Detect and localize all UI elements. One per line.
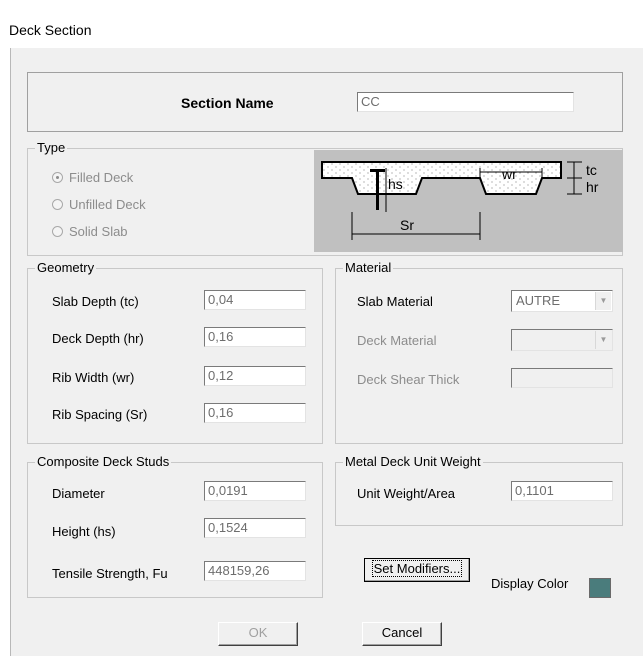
section-name-input[interactable]: CC	[357, 92, 574, 112]
tensile-strength-label: Tensile Strength, Fu	[52, 566, 168, 581]
diameter-label: Diameter	[52, 486, 105, 501]
diameter-input[interactable]: 0,0191	[204, 481, 306, 501]
title-bar[interactable]: Deck Section	[0, 0, 643, 48]
chevron-down-icon[interactable]: ▼	[595, 292, 611, 310]
hs-label: hs	[388, 176, 403, 192]
type-legend: Type	[35, 140, 68, 155]
radio-unfilled-deck[interactable]: Unfilled Deck	[52, 197, 146, 212]
deck-shear-thick-label: Deck Shear Thick	[357, 372, 460, 387]
radio-label-filled-deck: Filled Deck	[69, 170, 134, 185]
deck-profile-drawing: hs wr Sr tc hr	[321, 161, 599, 240]
radio-unselected-icon	[52, 199, 63, 210]
radio-label-unfilled-deck: Unfilled Deck	[69, 197, 146, 212]
radio-filled-deck[interactable]: Filled Deck	[52, 170, 133, 185]
radio-unselected-icon	[52, 226, 63, 237]
studs-legend: Composite Deck Studs	[35, 454, 172, 469]
tc-label: tc	[586, 162, 597, 178]
stud-shaft	[376, 170, 379, 210]
deck-diagram: hs wr Sr tc hr	[314, 150, 623, 252]
rib-width-input[interactable]: 0,12	[204, 366, 306, 386]
height-label: Height (hs)	[52, 524, 116, 539]
material-legend: Material	[343, 260, 394, 275]
unit-weight-label: Unit Weight/Area	[357, 486, 456, 501]
height-input[interactable]: 0,1524	[204, 518, 306, 538]
radio-selected-icon	[52, 172, 63, 183]
rib-spacing-label: Rib Spacing (Sr)	[52, 407, 148, 422]
display-color-label: Display Color	[491, 576, 569, 591]
rib-spacing-input[interactable]: 0,16	[204, 403, 306, 423]
ok-button[interactable]: OK	[218, 622, 298, 646]
deck-material-label: Deck Material	[357, 333, 437, 348]
slab-material-value: AUTRE	[516, 293, 561, 308]
rib-width-label: Rib Width (wr)	[52, 370, 135, 385]
radio-solid-slab[interactable]: Solid Slab	[52, 224, 128, 239]
hr-label: hr	[586, 179, 599, 195]
set-modifiers-label: Set Modifiers...	[371, 560, 463, 577]
deck-depth-label: Deck Depth (hr)	[52, 331, 144, 346]
slab-depth-input[interactable]: 0,04	[204, 290, 306, 310]
unit-weight-input[interactable]: 0,1101	[511, 481, 613, 501]
deck-shear-thick-input[interactable]	[511, 368, 613, 388]
tensile-strength-input[interactable]: 448159,26	[204, 561, 306, 581]
sr-label: Sr	[400, 217, 414, 233]
geometry-legend: Geometry	[35, 260, 97, 275]
cancel-button[interactable]: Cancel	[362, 622, 442, 646]
display-color-swatch[interactable]	[589, 578, 611, 598]
unit-weight-legend: Metal Deck Unit Weight	[343, 454, 483, 469]
set-modifiers-button[interactable]: Set Modifiers...	[364, 558, 470, 582]
radio-label-solid-slab: Solid Slab	[69, 224, 128, 239]
wr-label: wr	[501, 166, 517, 182]
slab-material-label: Slab Material	[357, 294, 433, 309]
deck-depth-input[interactable]: 0,16	[204, 327, 306, 347]
stud-head	[370, 169, 385, 172]
slab-material-dropdown[interactable]: AUTRE ▼	[511, 290, 613, 312]
deck-material-dropdown[interactable]: ▼	[511, 329, 613, 351]
slab-profile	[321, 161, 562, 195]
section-name-label: Section Name	[181, 95, 274, 111]
window-title: Deck Section	[9, 22, 92, 38]
chevron-down-icon[interactable]: ▼	[595, 331, 611, 349]
slab-depth-label: Slab Depth (tc)	[52, 294, 139, 309]
